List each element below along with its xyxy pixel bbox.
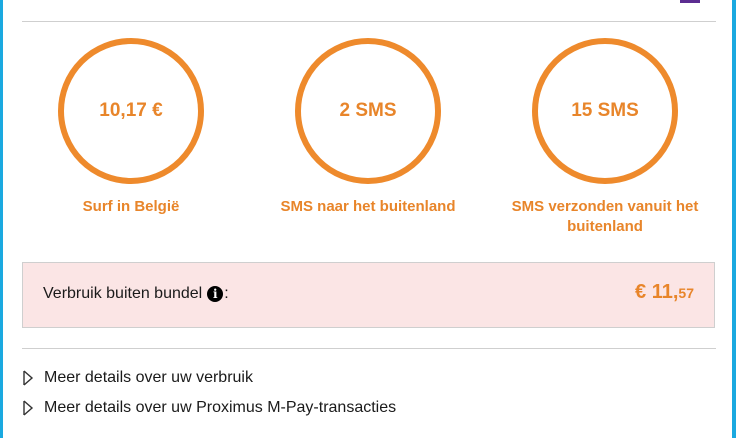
- meter-surf-belgium: 10,17 € Surf in België: [31, 38, 231, 217]
- amount-cents: 57: [678, 285, 694, 301]
- out-of-bundle-panel: Verbruik buiten bundel i : € 11,57: [22, 262, 715, 328]
- amount-main: € 11,: [635, 281, 679, 303]
- chevron-right-icon: [23, 400, 34, 416]
- info-icon[interactable]: i: [207, 286, 224, 302]
- meter-sms-from-abroad: 15 SMS SMS verzonden vanuit het buitenla…: [505, 38, 705, 237]
- usage-value: 15 SMS: [571, 100, 639, 121]
- meter-sms-abroad: 2 SMS SMS naar het buitenland: [268, 38, 468, 217]
- top-divider: [22, 21, 716, 22]
- usage-ring: 2 SMS: [295, 38, 441, 184]
- out-of-bundle-label: Verbruik buiten bundel i :: [43, 285, 229, 303]
- chevron-right-icon: [23, 370, 34, 386]
- label-colon: :: [224, 285, 229, 302]
- window-frame-right: [732, 0, 736, 438]
- links-divider: [22, 348, 716, 349]
- usage-value: 2 SMS: [339, 100, 397, 121]
- usage-details-label[interactable]: Meer details over uw verbruik: [44, 369, 253, 387]
- out-of-bundle-text: Verbruik buiten bundel: [43, 285, 203, 302]
- usage-details-link[interactable]: Meer details over uw verbruik: [22, 369, 253, 387]
- out-of-bundle-amount: € 11,57: [635, 281, 694, 304]
- top-tab-indicator: [680, 0, 700, 3]
- usage-value: 10,17 €: [99, 100, 163, 121]
- usage-caption: SMS verzonden vanuit het buitenland: [511, 198, 699, 235]
- usage-caption: Surf in België: [82, 198, 180, 215]
- mpay-details-label[interactable]: Meer details over uw Proximus M-Pay-tran…: [44, 399, 396, 417]
- mpay-details-link[interactable]: Meer details over uw Proximus M-Pay-tran…: [22, 399, 396, 417]
- usage-caption: SMS naar het buitenland: [280, 198, 456, 215]
- usage-ring: 10,17 €: [58, 38, 204, 184]
- window-frame-left: [0, 0, 3, 438]
- usage-ring: 15 SMS: [532, 38, 678, 184]
